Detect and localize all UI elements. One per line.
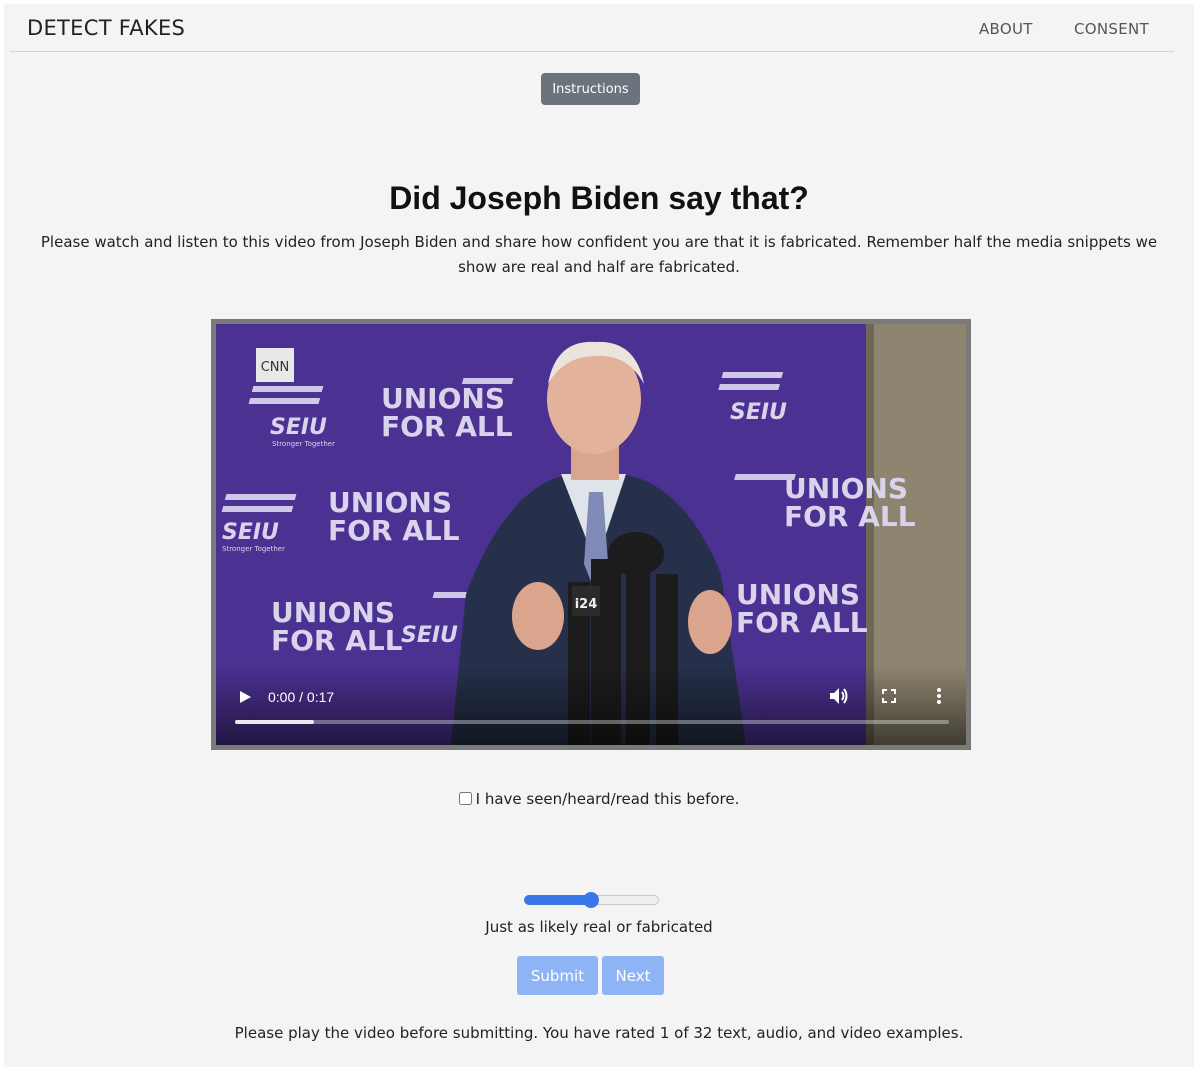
banner-tagline: Stronger Together <box>272 440 335 448</box>
video-progress-fill <box>235 720 314 724</box>
question-title: Did Joseph Biden say that? <box>389 180 809 216</box>
instructions-description: Please watch and listen to this video fr… <box>40 233 1158 276</box>
banner-text: FOR ALL <box>381 410 513 443</box>
fullscreen-icon[interactable] <box>882 689 896 703</box>
progress-note: Please play the video before submitting.… <box>234 1024 964 1042</box>
mic-flag-logo: i24 <box>575 597 598 612</box>
instructions-button[interactable]: Instructions <box>541 73 640 105</box>
video-player: UNIONS FOR ALL UNIONS FOR ALL UNIONS FOR… <box>211 319 971 750</box>
banner-text: FOR ALL <box>271 624 403 657</box>
video-progress-bar[interactable] <box>235 720 949 724</box>
play-icon[interactable] <box>238 690 252 704</box>
volume-icon[interactable] <box>829 687 849 705</box>
banner-text: SEIU <box>270 415 327 440</box>
brand-logo[interactable]: DETECT FAKES <box>27 16 185 40</box>
confidence-label: Just as likely real or fabricated <box>485 918 713 936</box>
banner-text: SEIU <box>222 520 279 545</box>
next-button[interactable]: Next <box>602 956 664 995</box>
banner-text: FOR ALL <box>328 514 460 547</box>
nav-link-consent[interactable]: CONSENT <box>1074 20 1149 38</box>
banner-text: FOR ALL <box>784 500 916 533</box>
seen-before-checkbox[interactable] <box>458 792 472 805</box>
banner-text: SEIU <box>401 623 458 648</box>
submit-button[interactable]: Submit <box>517 956 598 995</box>
network-logo: CNN <box>261 360 290 375</box>
nav-link-about[interactable]: ABOUT <box>979 20 1033 38</box>
slider-thumb[interactable] <box>582 892 599 908</box>
seen-before-label: I have seen/heard/read this before. <box>475 790 740 808</box>
banner-text: FOR ALL <box>736 606 868 639</box>
banner-text: SEIU <box>730 400 787 425</box>
confidence-slider[interactable] <box>524 892 659 908</box>
page: DETECT FAKES ABOUT CONSENT Instructions … <box>4 4 1194 1067</box>
video-surface[interactable]: UNIONS FOR ALL UNIONS FOR ALL UNIONS FOR… <box>216 324 966 745</box>
video-time-display: 0:00 / 0:17 <box>268 689 335 705</box>
video-controls <box>216 665 966 745</box>
slider-fill <box>524 895 591 905</box>
more-options-icon[interactable] <box>936 687 942 705</box>
banner-tagline: Stronger Together <box>222 545 285 553</box>
seen-before-row[interactable]: I have seen/heard/read this before. <box>4 790 1194 808</box>
navbar: DETECT FAKES ABOUT CONSENT <box>10 4 1174 52</box>
